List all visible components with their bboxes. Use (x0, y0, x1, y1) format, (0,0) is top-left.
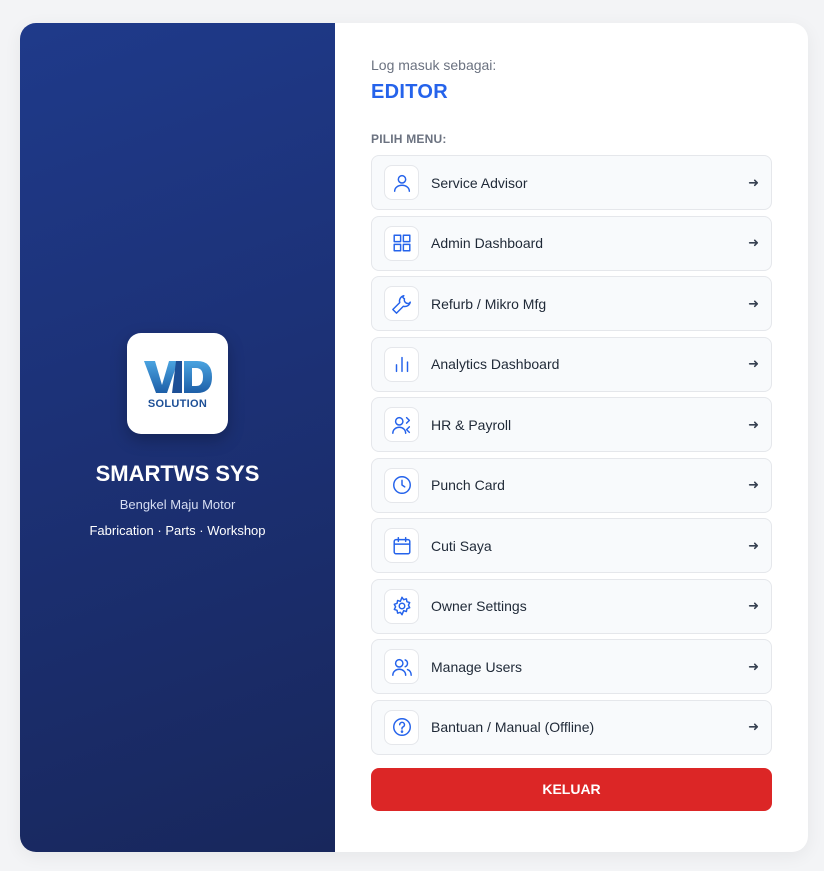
arrow-right-icon: ➜ (748, 235, 759, 250)
wrench-icon (384, 286, 419, 321)
user-role: EDITOR (371, 81, 448, 103)
user-icon (384, 165, 419, 200)
menu-item-cuti-saya[interactable]: Cuti Saya ➜ (371, 518, 772, 573)
menu-item-label: Admin Dashboard (431, 235, 544, 251)
menu-item-label: Punch Card (431, 477, 505, 493)
logo-wordmark: SOLUTION (147, 398, 208, 410)
menu-panel: Log masuk sebagai: EDITOR PILIH MENU: Se… (335, 23, 808, 852)
arrow-right-icon: ➜ (748, 477, 759, 492)
menu-list: Service Advisor ➜ Admin Dashboard ➜ Refu… (371, 155, 772, 755)
grid-icon (384, 225, 419, 261)
menu-item-label: HR & Payroll (431, 416, 512, 433)
menu-item-label: Refurb / Mikro Mfg (431, 295, 547, 312)
help-circle-icon (384, 709, 419, 745)
gear-icon (384, 588, 419, 624)
app-title: SMARTWS SYS (95, 461, 260, 486)
users-icon (384, 649, 419, 684)
arrow-right-icon: ➜ (748, 537, 759, 553)
company-name: Bengkel Maju Motor (119, 497, 236, 512)
logo-mark (143, 361, 212, 393)
bar-chart-icon (384, 346, 419, 382)
arrow-right-icon: ➜ (748, 658, 759, 674)
menu-item-label: Manage Users (431, 658, 523, 675)
calendar-icon (384, 528, 419, 563)
menu-item-hr-payroll[interactable]: HR & Payroll ➜ (371, 397, 772, 452)
arrow-right-icon: ➜ (748, 598, 759, 613)
menu-item-service-advisor[interactable]: Service Advisor ➜ (371, 155, 772, 210)
menu-item-owner-settings[interactable]: Owner Settings ➜ (371, 578, 772, 634)
clock-icon (384, 467, 419, 503)
user-switch-icon (384, 407, 419, 442)
menu-item-refurb[interactable]: Refurb / Mikro Mfg ➜ (371, 276, 772, 331)
arrow-right-icon: ➜ (748, 174, 759, 190)
arrow-right-icon: ➜ (748, 416, 759, 432)
menu-item-admin-dashboard[interactable]: Admin Dashboard ➜ (371, 215, 772, 271)
menu-item-analytics-dashboard[interactable]: Analytics Dashboard ➜ (371, 336, 772, 392)
brand-panel: SOLUTION SMARTWS SYS Bengkel Maju Motor … (20, 23, 335, 852)
arrow-right-icon: ➜ (748, 719, 759, 734)
company-tagline: Fabrication · Parts · Workshop (89, 523, 266, 538)
arrow-right-icon: ➜ (748, 295, 759, 311)
login-menu-card: SOLUTION SMARTWS SYS Bengkel Maju Motor … (20, 23, 808, 852)
company-logo: SOLUTION (127, 333, 228, 434)
menu-item-punch-card[interactable]: Punch Card ➜ (371, 457, 772, 513)
menu-item-label: Service Advisor (431, 174, 528, 191)
logout-button[interactable]: KELUAR (371, 767, 772, 811)
menu-item-label: Owner Settings (431, 598, 527, 614)
menu-item-label: Analytics Dashboard (431, 356, 560, 372)
menu-item-manage-users[interactable]: Manage Users ➜ (371, 639, 772, 694)
menu-item-label: Bantuan / Manual (Offline) (431, 719, 595, 735)
arrow-right-icon: ➜ (748, 356, 759, 371)
menu-item-label: Cuti Saya (431, 537, 492, 554)
login-label: Log masuk sebagai: (371, 57, 497, 73)
menu-heading: PILIH MENU: (371, 132, 447, 146)
menu-item-help-manual[interactable]: Bantuan / Manual (Offline) ➜ (371, 699, 772, 755)
